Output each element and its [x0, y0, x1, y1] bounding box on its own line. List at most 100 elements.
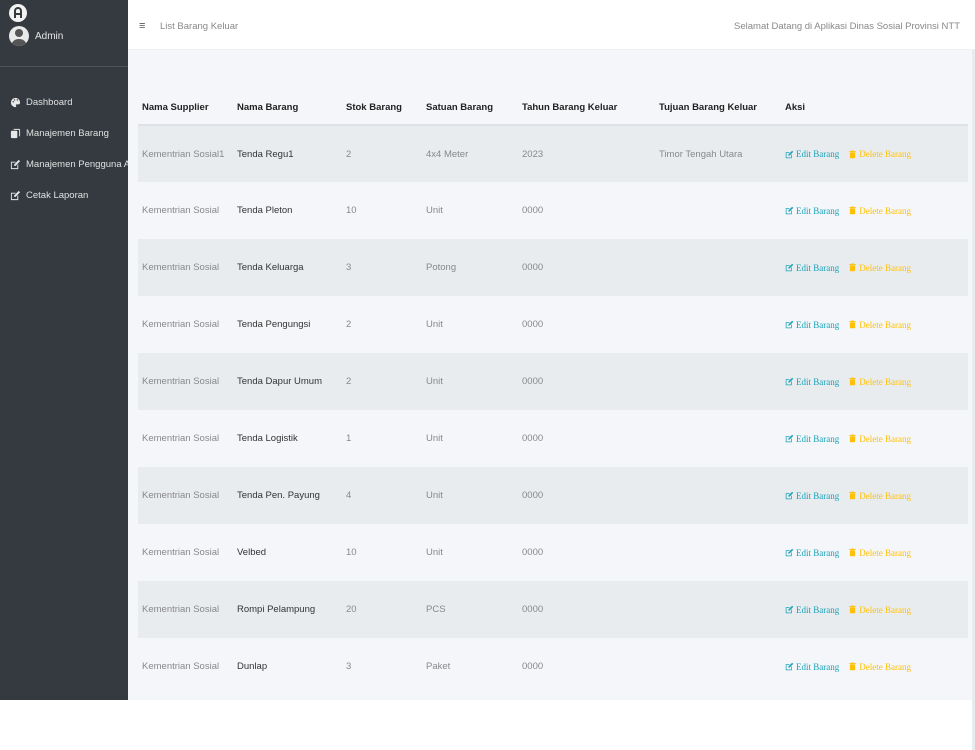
sidebar: Admin Dashboard Manajemen Barang Manajem… [0, 0, 128, 700]
cell-nama-barang: Tenda Pen. Payung [233, 467, 342, 524]
cell-tujuan [655, 524, 781, 581]
edit-barang-button[interactable]: Edit Barang [785, 206, 839, 216]
sidebar-divider [0, 66, 128, 67]
cell-tahun: 2023 [518, 125, 655, 182]
cell-stok: 3 [342, 239, 422, 296]
cell-nama-barang: Tenda Logistik [233, 410, 342, 467]
trash-icon [849, 149, 857, 158]
col-satuan-barang: Satuan Barang [422, 90, 518, 126]
cell-tahun: 0000 [518, 296, 655, 353]
menu-toggle-icon[interactable]: ≡ [139, 20, 145, 32]
delete-barang-button[interactable]: Delete Barang [848, 263, 911, 273]
edit-barang-button[interactable]: Edit Barang [785, 548, 839, 558]
cell-supplier: Kementrian Sosial [138, 182, 233, 239]
cell-satuan: PCS [422, 581, 518, 638]
edit-label: Edit Barang [796, 490, 840, 501]
table-row: Kementrian Sosial Velbed 10 Unit 0000 Edit Ba… [138, 524, 968, 581]
delete-label: Delete Barang [859, 547, 911, 558]
delete-label: Delete Barang [859, 661, 911, 672]
edit-barang-button[interactable]: Edit Barang [785, 434, 839, 444]
delete-barang-button[interactable]: Delete Barang [848, 149, 911, 159]
cell-tahun: 0000 [518, 467, 655, 524]
trash-icon [849, 377, 857, 386]
cell-aksi: Edit Barang Delete Barang [781, 296, 968, 353]
edit-icon [785, 206, 794, 215]
cell-satuan: Unit [422, 467, 518, 524]
edit-icon [785, 491, 794, 500]
cell-supplier: Kementrian Sosial [138, 638, 233, 695]
edit-icon [785, 548, 794, 557]
sidebar-item-cetak-laporan[interactable]: Cetak Laporan [0, 185, 128, 205]
cell-tahun: 0000 [518, 239, 655, 296]
table-row: Kementrian Sosial Tenda Dapur Umum 2 Unit 00… [138, 353, 968, 410]
delete-barang-button[interactable]: Delete Barang [848, 548, 911, 558]
cell-aksi: Edit Barang Delete Barang [781, 638, 968, 695]
cell-stok: 2 [342, 125, 422, 182]
user-panel[interactable]: Admin [9, 26, 63, 46]
cell-aksi: Edit Barang Delete Barang [781, 182, 968, 239]
edit-label: Edit Barang [796, 376, 840, 387]
palette-icon [10, 97, 21, 107]
table-row: Kementrian Sosial1 Tenda Regu1 2 4x4 Meter 2… [138, 125, 968, 182]
cell-satuan: Unit [422, 410, 518, 467]
delete-label: Delete Barang [859, 319, 911, 330]
edit-label: Edit Barang [796, 433, 840, 444]
edit-barang-button[interactable]: Edit Barang [785, 605, 839, 615]
cell-satuan: Paket [422, 638, 518, 695]
avatar [9, 26, 29, 46]
cell-stok: 4 [342, 467, 422, 524]
table-header-row: Nama Supplier Nama Barang Stok Barang Sa… [138, 90, 968, 126]
edit-label: Edit Barang [796, 604, 840, 615]
cell-tujuan [655, 353, 781, 410]
cell-tahun: 0000 [518, 524, 655, 581]
table-row: Kementrian Sosial Tenda Pen. Payung 4 Unit 0… [138, 467, 968, 524]
sidebar-item-label: Dashboard [26, 96, 73, 108]
edit-icon [785, 320, 794, 329]
cell-satuan: Unit [422, 524, 518, 581]
cell-aksi: Edit Barang Delete Barang [781, 467, 968, 524]
cell-tujuan [655, 296, 781, 353]
cell-nama-barang: Tenda Pengungsi [233, 296, 342, 353]
sidebar-item-dashboard[interactable]: Dashboard [0, 92, 128, 112]
delete-barang-button[interactable]: Delete Barang [848, 206, 911, 216]
trash-icon [849, 206, 857, 215]
edit-barang-button[interactable]: Edit Barang [785, 491, 839, 501]
delete-barang-button[interactable]: Delete Barang [848, 491, 911, 501]
cell-aksi: Edit Barang Delete Barang [781, 524, 968, 581]
trash-icon [849, 491, 857, 500]
edit-barang-button[interactable]: Edit Barang [785, 149, 839, 159]
sidebar-item-label: Manajemen Pengguna Aplikasi [26, 158, 128, 170]
cell-supplier: Kementrian Sosial [138, 239, 233, 296]
delete-barang-button[interactable]: Delete Barang [848, 605, 911, 615]
cell-aksi: Edit Barang Delete Barang [781, 410, 968, 467]
edit-icon [785, 434, 794, 443]
sidebar-item-manajemen-barang[interactable]: Manajemen Barang [0, 123, 128, 143]
cell-tujuan [655, 410, 781, 467]
brand-logo[interactable] [9, 4, 27, 22]
main-content: Nama Supplier Nama Barang Stok Barang Sa… [128, 50, 975, 750]
delete-barang-button[interactable]: Delete Barang [848, 320, 911, 330]
sidebar-item-manajemen-pengguna[interactable]: Manajemen Pengguna Aplikasi [0, 154, 128, 174]
cell-supplier: Kementrian Sosial [138, 467, 233, 524]
cell-supplier: Kementrian Sosial [138, 296, 233, 353]
cell-stok: 2 [342, 296, 422, 353]
page-title: List Barang Keluar [160, 21, 239, 32]
cell-supplier: Kementrian Sosial [138, 581, 233, 638]
cell-aksi: Edit Barang Delete Barang [781, 581, 968, 638]
edit-barang-button[interactable]: Edit Barang [785, 320, 839, 330]
cell-nama-barang: Rompi Pelampung [233, 581, 342, 638]
delete-barang-button[interactable]: Delete Barang [848, 434, 911, 444]
cell-nama-barang: Tenda Pleton [233, 182, 342, 239]
cell-nama-barang: Velbed [233, 524, 342, 581]
edit-barang-button[interactable]: Edit Barang [785, 377, 839, 387]
edit-barang-button[interactable]: Edit Barang [785, 662, 839, 672]
table-row: Kementrian Sosial Tenda Keluarga 3 Potong 00… [138, 239, 968, 296]
cell-satuan: Unit [422, 353, 518, 410]
cell-aksi: Edit Barang Delete Barang [781, 239, 968, 296]
delete-barang-button[interactable]: Delete Barang [848, 377, 911, 387]
edit-icon [10, 190, 21, 200]
col-nama-supplier: Nama Supplier [138, 90, 233, 126]
edit-barang-button[interactable]: Edit Barang [785, 263, 839, 273]
edit-icon [785, 150, 794, 158]
delete-barang-button[interactable]: Delete Barang [848, 662, 911, 672]
